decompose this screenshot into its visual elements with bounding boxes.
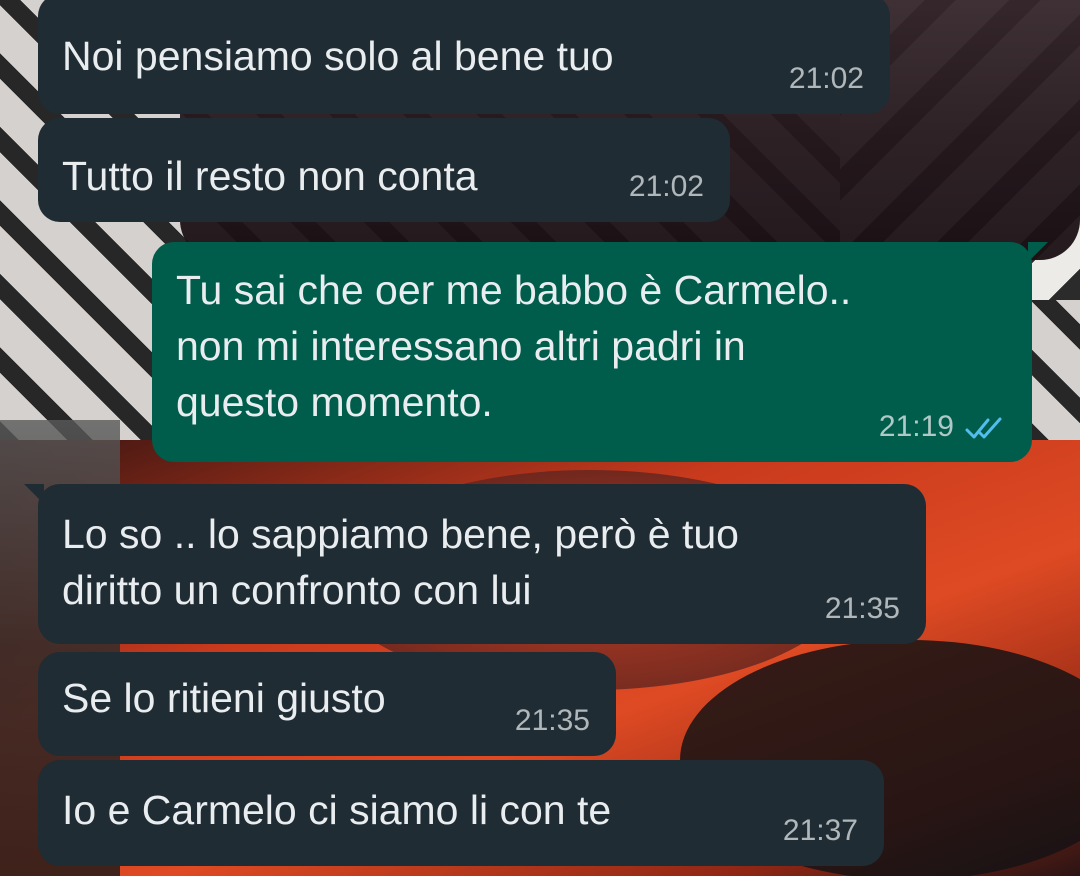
message-time: 21:02 (628, 170, 704, 203)
message-time: 21:37 (782, 814, 858, 847)
message-bubble-incoming[interactable]: Io e Carmelo ci siamo li con te 21:37 (38, 760, 884, 866)
message-text: Noi pensiamo solo al bene tuo (62, 33, 614, 79)
message-text: Tutto il resto non conta (62, 153, 478, 199)
message-bubble-outgoing[interactable]: Tu sai che oer me babbo è Carmelo.. non … (152, 242, 1048, 462)
message-meta: 21:02 (629, 170, 704, 204)
message-bubble-incoming[interactable]: Se lo ritieni giusto 21:35 (38, 652, 616, 756)
bubble-tail (1028, 242, 1048, 262)
message-time: 21:02 (788, 62, 864, 95)
message-time: 21:35 (514, 704, 590, 737)
message-meta: 21:35 (515, 704, 590, 738)
message-meta: 21:35 (825, 592, 900, 626)
message-text: Tu sai che oer me babbo è Carmelo.. non … (176, 267, 852, 425)
message-meta: 21:37 (783, 814, 858, 848)
message-text: Lo so .. lo sappiamo bene, però è tuo di… (62, 511, 739, 613)
message-bubble-incoming[interactable]: Lo so .. lo sappiamo bene, però è tuo di… (24, 484, 926, 644)
message-bubble-incoming[interactable]: Tutto il resto non conta 21:02 (38, 118, 730, 222)
double-check-icon (965, 417, 1002, 439)
bubble-tail (24, 484, 44, 504)
message-bubble-incoming[interactable]: Noi pensiamo solo al bene tuo 21:02 (38, 0, 890, 114)
message-text: Io e Carmelo ci siamo li con te (62, 787, 612, 833)
message-meta: 21:02 (789, 62, 864, 96)
chat-message-list[interactable]: Noi pensiamo solo al bene tuo 21:02 Tutt… (0, 0, 1080, 876)
message-text: Se lo ritieni giusto (62, 675, 386, 721)
message-time: 21:19 (878, 410, 954, 443)
message-time: 21:35 (824, 592, 900, 625)
message-meta: 21:19 (879, 410, 1008, 444)
